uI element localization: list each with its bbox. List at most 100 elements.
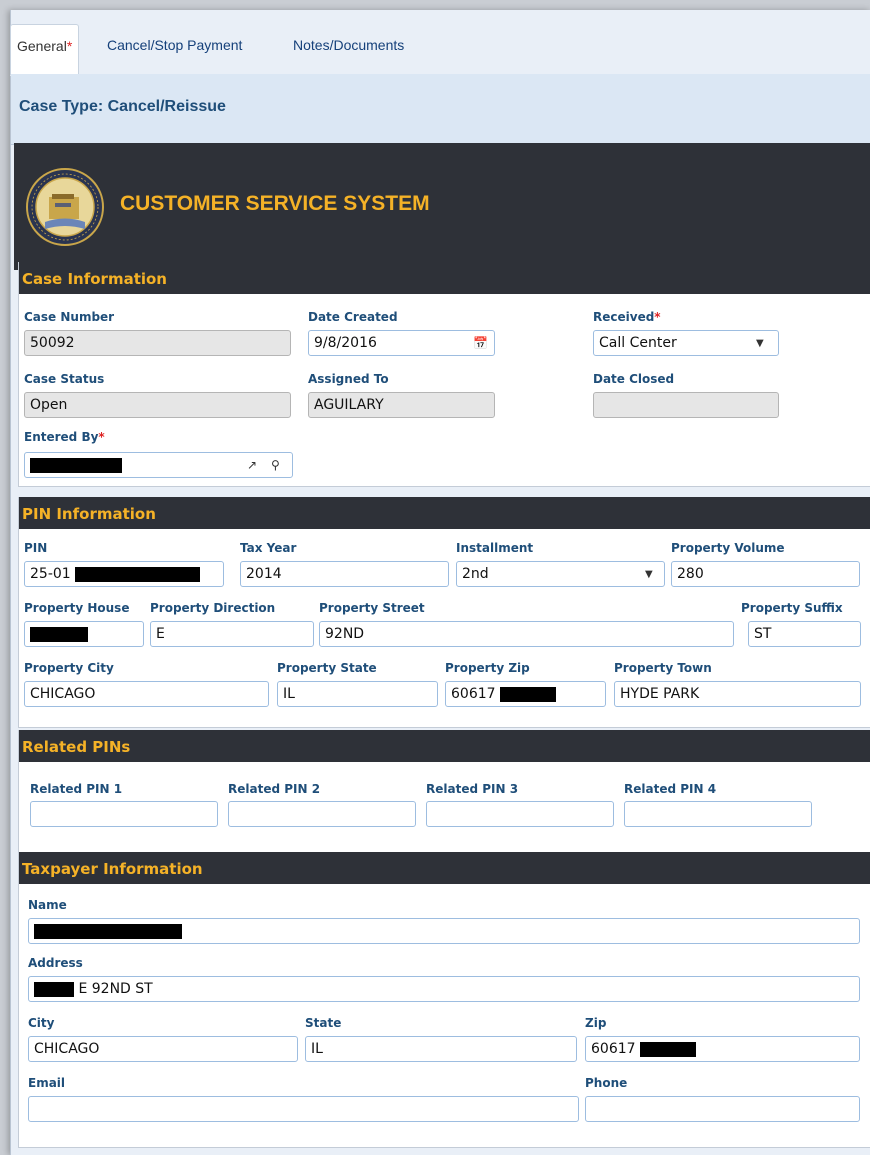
state-field[interactable]: IL	[305, 1036, 577, 1062]
property-zip-label: Property Zip	[445, 661, 530, 675]
required-marker: *	[98, 430, 105, 444]
installment-label: Installment	[456, 541, 534, 555]
tab-general[interactable]: General*	[10, 24, 80, 76]
entered-by-field[interactable]: ↗ ⚲	[24, 452, 293, 478]
related-pin-4-field[interactable]	[624, 801, 812, 827]
date-closed-label: Date Closed	[593, 372, 675, 386]
redacted-value	[75, 566, 201, 582]
related-pin-2-field[interactable]	[228, 801, 416, 827]
pin-information-section: PIN Information PIN 25-01 Tax Year 2014 …	[18, 497, 870, 728]
received-label-text: Received	[593, 310, 655, 324]
required-marker: *	[654, 310, 661, 324]
property-volume-field[interactable]: 280	[671, 561, 860, 587]
related-pin-4-label: Related PIN 4	[624, 782, 717, 796]
city-field[interactable]: CHICAGO	[28, 1036, 298, 1062]
section-title: Taxpayer Information	[19, 852, 870, 884]
name-label: Name	[28, 898, 67, 912]
case-number-label: Case Number	[24, 310, 115, 324]
redacted-value	[500, 686, 556, 702]
tax-year-label: Tax Year	[240, 541, 297, 555]
redacted-value	[34, 923, 182, 939]
related-pin-3-field[interactable]	[426, 801, 614, 827]
name-field[interactable]	[28, 918, 860, 944]
property-house-label: Property House	[24, 601, 130, 615]
related-pins-section: Related PINs Related PIN 1 Related PIN 2…	[18, 730, 870, 854]
property-direction-field[interactable]: E	[150, 621, 314, 647]
redacted-value	[30, 626, 88, 642]
phone-field[interactable]	[585, 1096, 860, 1122]
chevron-down-icon: ▼	[645, 569, 653, 580]
search-icon[interactable]: ⚲	[271, 453, 280, 477]
phone-label: Phone	[585, 1076, 628, 1090]
case-status-field: Open	[24, 392, 291, 418]
chevron-down-icon: ▼	[756, 338, 764, 349]
assigned-to-label: Assigned To	[308, 372, 389, 386]
property-town-field[interactable]: HYDE PARK	[614, 681, 861, 707]
address-value: E 92ND ST	[78, 981, 153, 997]
tab-notes-documents[interactable]: Notes/Documents	[293, 24, 404, 74]
property-street-label: Property Street	[319, 601, 425, 615]
property-city-label: Property City	[24, 661, 114, 675]
redacted-value	[34, 981, 74, 997]
pin-field[interactable]: 25-01	[24, 561, 224, 587]
tab-cancel-stop-payment[interactable]: Cancel/Stop Payment	[107, 24, 242, 74]
date-created-field[interactable]: 9/8/2016 📅	[308, 330, 495, 356]
open-external-icon[interactable]: ↗	[247, 453, 257, 477]
city-label: City	[28, 1016, 55, 1030]
received-value: Call Center	[599, 335, 677, 351]
related-pin-2-label: Related PIN 2	[228, 782, 321, 796]
property-zip-value: 60617	[451, 686, 496, 702]
received-select[interactable]: Call Center ▼	[593, 330, 779, 356]
pin-label: PIN	[24, 541, 48, 555]
property-town-label: Property Town	[614, 661, 712, 675]
related-pin-1-label: Related PIN 1	[30, 782, 123, 796]
property-city-field[interactable]: CHICAGO	[24, 681, 269, 707]
calendar-icon[interactable]: 📅	[473, 331, 488, 355]
section-title: Related PINs	[19, 730, 870, 762]
tab-bar: General* Cancel/Stop Payment Notes/Docum…	[10, 24, 870, 76]
case-status-label: Case Status	[24, 372, 105, 386]
app-banner: CUSTOMER SERVICE SYSTEM	[14, 143, 870, 270]
email-field[interactable]	[28, 1096, 579, 1122]
property-state-label: Property State	[277, 661, 377, 675]
case-type-bar: Case Type: Cancel/Reissue	[11, 74, 870, 145]
property-suffix-field[interactable]: ST	[748, 621, 861, 647]
required-marker: *	[66, 38, 73, 54]
entered-by-label-text: Entered By	[24, 430, 99, 444]
date-created-value: 9/8/2016	[314, 335, 377, 351]
property-volume-label: Property Volume	[671, 541, 785, 555]
redacted-value	[640, 1041, 696, 1057]
received-label: Received*	[593, 310, 661, 324]
property-state-field[interactable]: IL	[277, 681, 438, 707]
property-direction-label: Property Direction	[150, 601, 276, 615]
taxpayer-information-section: Taxpayer Information Name Address E 92ND…	[18, 852, 870, 1148]
date-created-label: Date Created	[308, 310, 398, 324]
installment-select[interactable]: 2nd ▼	[456, 561, 665, 587]
entered-by-label: Entered By*	[24, 430, 105, 444]
tab-general-label: General	[17, 38, 67, 54]
pin-value: 25-01	[30, 566, 71, 582]
date-closed-field	[593, 392, 779, 418]
property-suffix-label: Property Suffix	[741, 601, 843, 615]
property-zip-field[interactable]: 60617	[445, 681, 606, 707]
property-house-field[interactable]	[24, 621, 144, 647]
address-field[interactable]: E 92ND ST	[28, 976, 860, 1002]
zip-label: Zip	[585, 1016, 607, 1030]
app-title: CUSTOMER SERVICE SYSTEM	[120, 192, 430, 215]
tax-year-field[interactable]: 2014	[240, 561, 449, 587]
zip-field[interactable]: 60617	[585, 1036, 860, 1062]
case-type-text: Case Type: Cancel/Reissue	[19, 98, 226, 115]
installment-value: 2nd	[462, 566, 489, 582]
section-title: PIN Information	[19, 497, 870, 529]
email-label: Email	[28, 1076, 66, 1090]
app-window: General* Cancel/Stop Payment Notes/Docum…	[10, 10, 870, 1155]
assigned-to-field: AGUILARY	[308, 392, 495, 418]
related-pin-1-field[interactable]	[30, 801, 218, 827]
zip-value: 60617	[591, 1041, 636, 1057]
case-number-field: 50092	[24, 330, 291, 356]
section-title: Case Information	[19, 262, 870, 294]
redacted-value	[30, 457, 122, 473]
state-label: State	[305, 1016, 342, 1030]
property-street-field[interactable]: 92ND	[319, 621, 734, 647]
cook-county-seal-icon	[26, 168, 104, 246]
